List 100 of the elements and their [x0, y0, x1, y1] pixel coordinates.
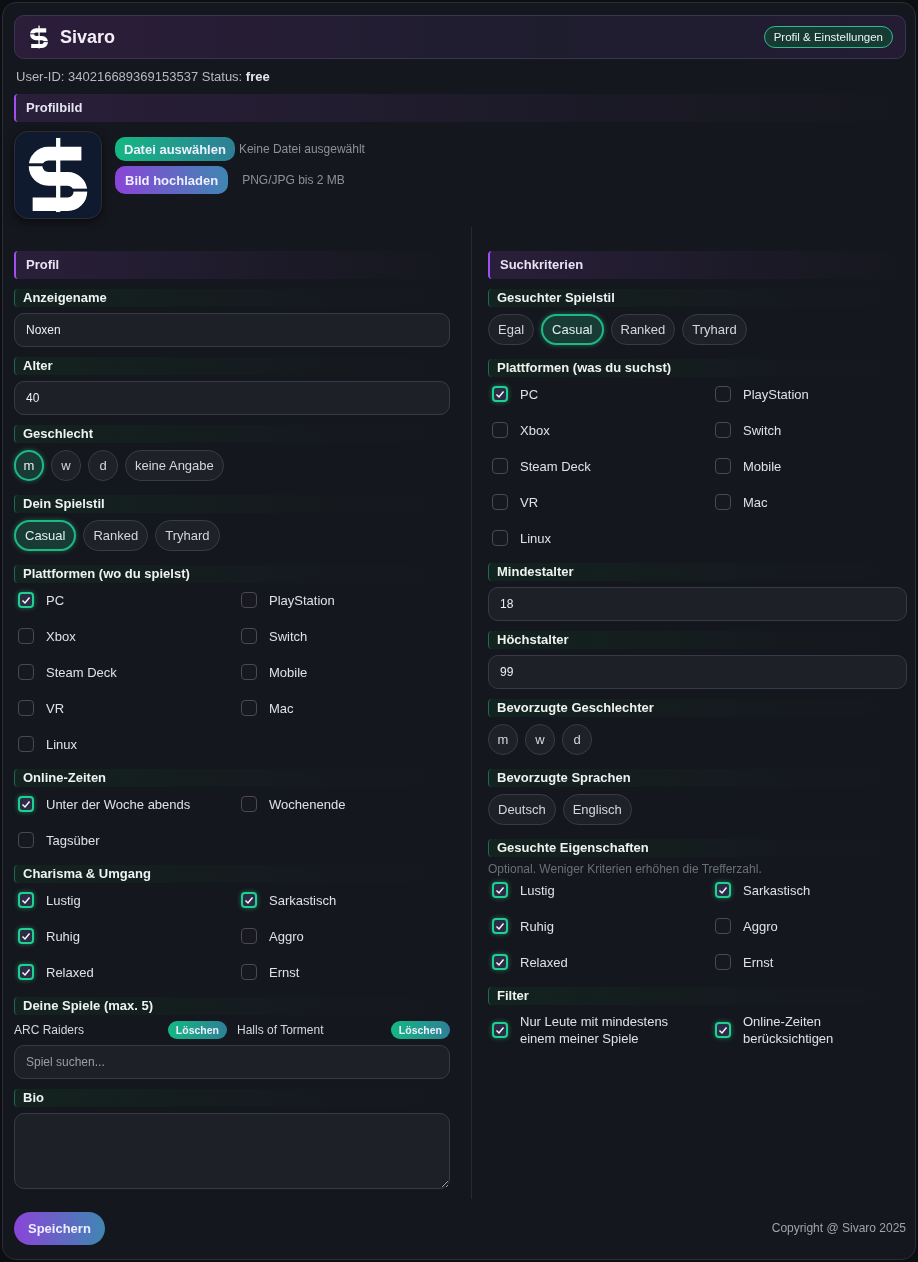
bio-field[interactable] [14, 1113, 450, 1189]
option-chip[interactable]: Ranked [610, 314, 676, 345]
checkbox[interactable] [492, 882, 508, 898]
check-icon [20, 966, 32, 978]
checkbox[interactable] [715, 954, 731, 970]
checkbox[interactable] [715, 386, 731, 402]
checkbox[interactable] [715, 494, 731, 510]
option-chip[interactable]: w [525, 724, 555, 755]
checkbox-label: Xbox [46, 627, 76, 645]
checkbox[interactable] [715, 882, 731, 898]
checkbox-label: Sarkastisch [269, 891, 337, 909]
checkbox[interactable] [241, 628, 257, 644]
checkbox[interactable] [492, 422, 508, 438]
checkbox-label: PC [46, 591, 65, 609]
checkbox-label: VR [46, 699, 65, 717]
upload-button[interactable]: Bild hochladen [115, 166, 229, 194]
text-field[interactable]: 18 [488, 587, 907, 621]
checkbox-label: Ruhig [46, 927, 80, 945]
checkbox-label: Switch [269, 627, 308, 645]
checkbox-label: Online-Zeiten berücksichtigen [743, 1013, 835, 1047]
checkbox[interactable] [241, 700, 257, 716]
checkbox[interactable] [18, 664, 34, 680]
check-icon [243, 894, 255, 906]
checkbox-label: PC [520, 385, 539, 403]
hint-text: Optional. Weniger Kriterien erhöhen die Trefferzahl. [488, 862, 763, 876]
option-chip[interactable]: Egal [488, 314, 535, 345]
checkbox[interactable] [18, 964, 34, 980]
checkbox-label: Nur Leute mit mindestens einem meiner Spiele [520, 1013, 670, 1047]
checkbox[interactable] [18, 892, 34, 908]
checkbox-label: Wochenende [269, 795, 346, 813]
option-chip[interactable]: Casual [14, 520, 77, 551]
checkbox[interactable] [715, 458, 731, 474]
checkbox[interactable] [18, 736, 34, 752]
checkbox-label: Relaxed [520, 953, 568, 971]
option-chip[interactable]: d [88, 450, 118, 481]
option-chip[interactable]: m [488, 724, 518, 755]
checkbox-label: Mac [743, 493, 768, 511]
checkbox[interactable] [241, 796, 257, 812]
game-name: Halls of Torment [237, 1023, 324, 1037]
text-field[interactable]: 99 [488, 655, 907, 689]
checkbox[interactable] [241, 892, 257, 908]
checkbox[interactable] [18, 628, 34, 644]
checkbox-label: Tagsüber [46, 831, 100, 849]
checkbox-label: Lustig [46, 891, 81, 909]
check-icon [20, 594, 32, 606]
checkbox[interactable] [18, 592, 34, 608]
checkbox[interactable] [241, 592, 257, 608]
checkbox[interactable] [241, 964, 257, 980]
game-name: ARC Raiders [14, 1023, 85, 1037]
check-icon [494, 920, 506, 932]
checkbox[interactable] [18, 700, 34, 716]
check-icon [494, 884, 506, 896]
check-icon [494, 1024, 506, 1036]
option-chip[interactable]: Tryhard [155, 520, 220, 551]
checkbox[interactable] [241, 928, 257, 944]
checkbox[interactable] [492, 918, 508, 934]
settings-button[interactable]: Profil & Einstellungen [763, 26, 893, 48]
option-chip[interactable]: Ranked [83, 520, 149, 551]
option-chip[interactable]: Tryhard [682, 314, 747, 345]
checkbox-label: Lustig [520, 881, 555, 899]
checkbox-label: Ruhig [520, 917, 554, 935]
checkbox-label: PlayStation [743, 385, 809, 403]
checkbox-label: Ernst [269, 963, 300, 981]
checkbox-label: Linux [46, 735, 78, 753]
checkbox[interactable] [492, 954, 508, 970]
search-field[interactable]: Spiel suchen... [14, 1045, 450, 1079]
user-info: User-ID: 340216689369153537 Status: free [16, 69, 271, 84]
checkbox[interactable] [492, 458, 508, 474]
option-chip[interactable]: Englisch [562, 794, 632, 825]
checkbox-label: Switch [743, 421, 782, 439]
checkbox[interactable] [492, 530, 508, 546]
checkbox-label: PlayStation [269, 591, 335, 609]
option-chip[interactable]: Deutsch [488, 794, 556, 825]
check-icon [717, 1024, 729, 1036]
checkbox-label: Sarkastisch [743, 881, 811, 899]
option-chip[interactable]: d [562, 724, 592, 755]
option-chip[interactable]: Casual [541, 314, 604, 345]
text-field[interactable]: Noxen [14, 313, 450, 347]
text-field[interactable]: 40 [14, 381, 450, 415]
checkbox-label: Mobile [743, 457, 782, 475]
checkbox[interactable] [492, 386, 508, 402]
checkbox[interactable] [18, 928, 34, 944]
checkbox[interactable] [715, 422, 731, 438]
checkbox[interactable] [18, 796, 34, 812]
checkbox[interactable] [241, 664, 257, 680]
checkbox[interactable] [492, 494, 508, 510]
save-button[interactable]: Speichern [14, 1211, 105, 1245]
option-chip[interactable]: w [51, 450, 81, 481]
copyright-text: Copyright @ Sivaro 2025 [771, 1221, 906, 1235]
check-icon [20, 930, 32, 942]
checkbox[interactable] [715, 918, 731, 934]
checkbox[interactable] [18, 832, 34, 848]
checkbox-label: Unter der Woche abends [46, 795, 191, 813]
checkbox-label: Linux [520, 529, 552, 547]
checkbox[interactable] [715, 1022, 731, 1038]
checkbox-label: Steam Deck [520, 457, 591, 475]
checkbox-label: Relaxed [46, 963, 94, 981]
checkbox[interactable] [492, 1022, 508, 1038]
option-chip[interactable]: m [14, 450, 44, 481]
option-chip[interactable]: keine Angabe [125, 450, 224, 481]
